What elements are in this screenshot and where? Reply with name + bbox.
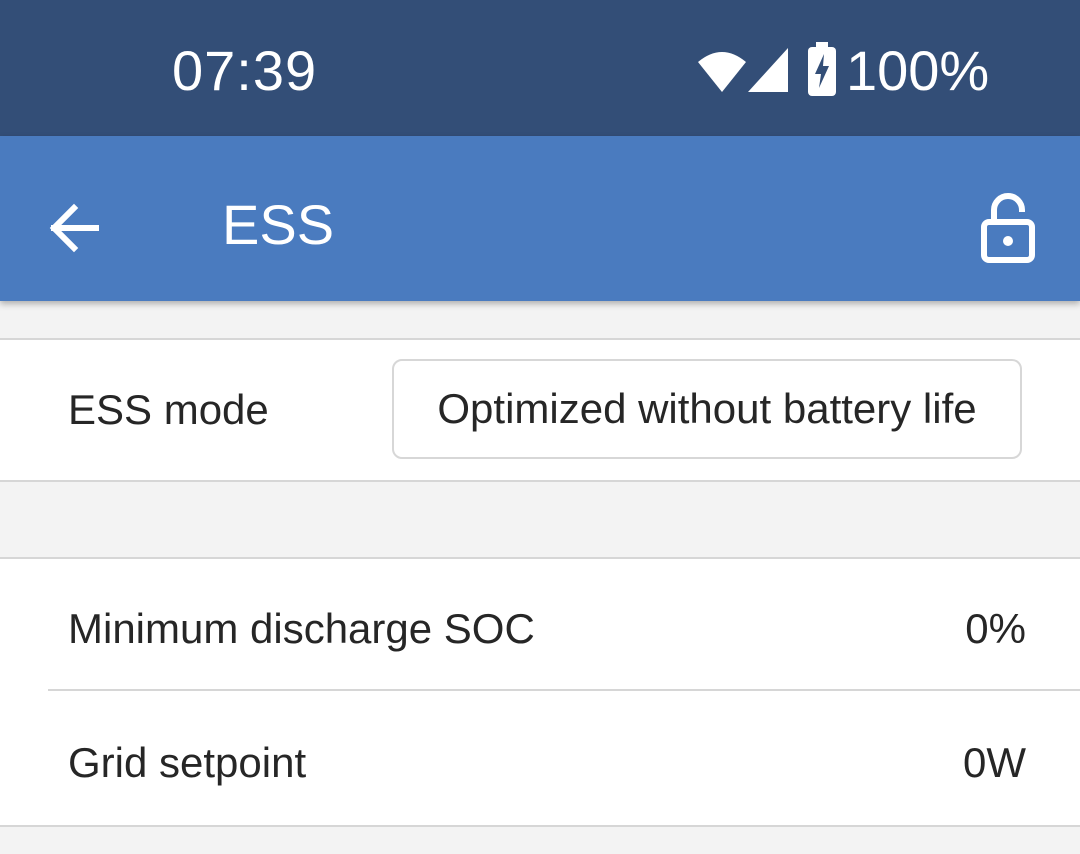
lock-button[interactable]	[966, 186, 1050, 270]
app-bar: ESS	[0, 136, 1080, 301]
ess-mode-select[interactable]: Optimized without battery life	[392, 359, 1022, 459]
status-time: 07:39	[172, 39, 318, 102]
arrow-left-icon	[49, 203, 99, 253]
wifi-icon	[698, 52, 746, 92]
lock-open-icon	[981, 193, 1035, 263]
row-divider	[48, 689, 1080, 691]
back-button[interactable]	[36, 190, 112, 266]
status-bar: 07:39 100%	[0, 0, 1080, 136]
ess-mode-label: ESS mode	[68, 386, 269, 433]
ess-settings-section: Minimum discharge SOC 0% Grid setpoint 0…	[0, 557, 1080, 827]
battery-charging-icon	[808, 42, 836, 96]
minimum-discharge-soc-label: Minimum discharge SOC	[68, 605, 535, 652]
ess-mode-section: ESS mode Optimized without battery life	[0, 338, 1080, 482]
battery-percent: 100%	[846, 39, 990, 102]
minimum-discharge-soc-value[interactable]: 0%	[965, 603, 1026, 655]
grid-setpoint-value[interactable]: 0W	[963, 737, 1026, 789]
grid-setpoint-label: Grid setpoint	[68, 739, 307, 786]
cellular-signal-icon	[748, 48, 788, 92]
page-title: ESS	[222, 193, 335, 256]
